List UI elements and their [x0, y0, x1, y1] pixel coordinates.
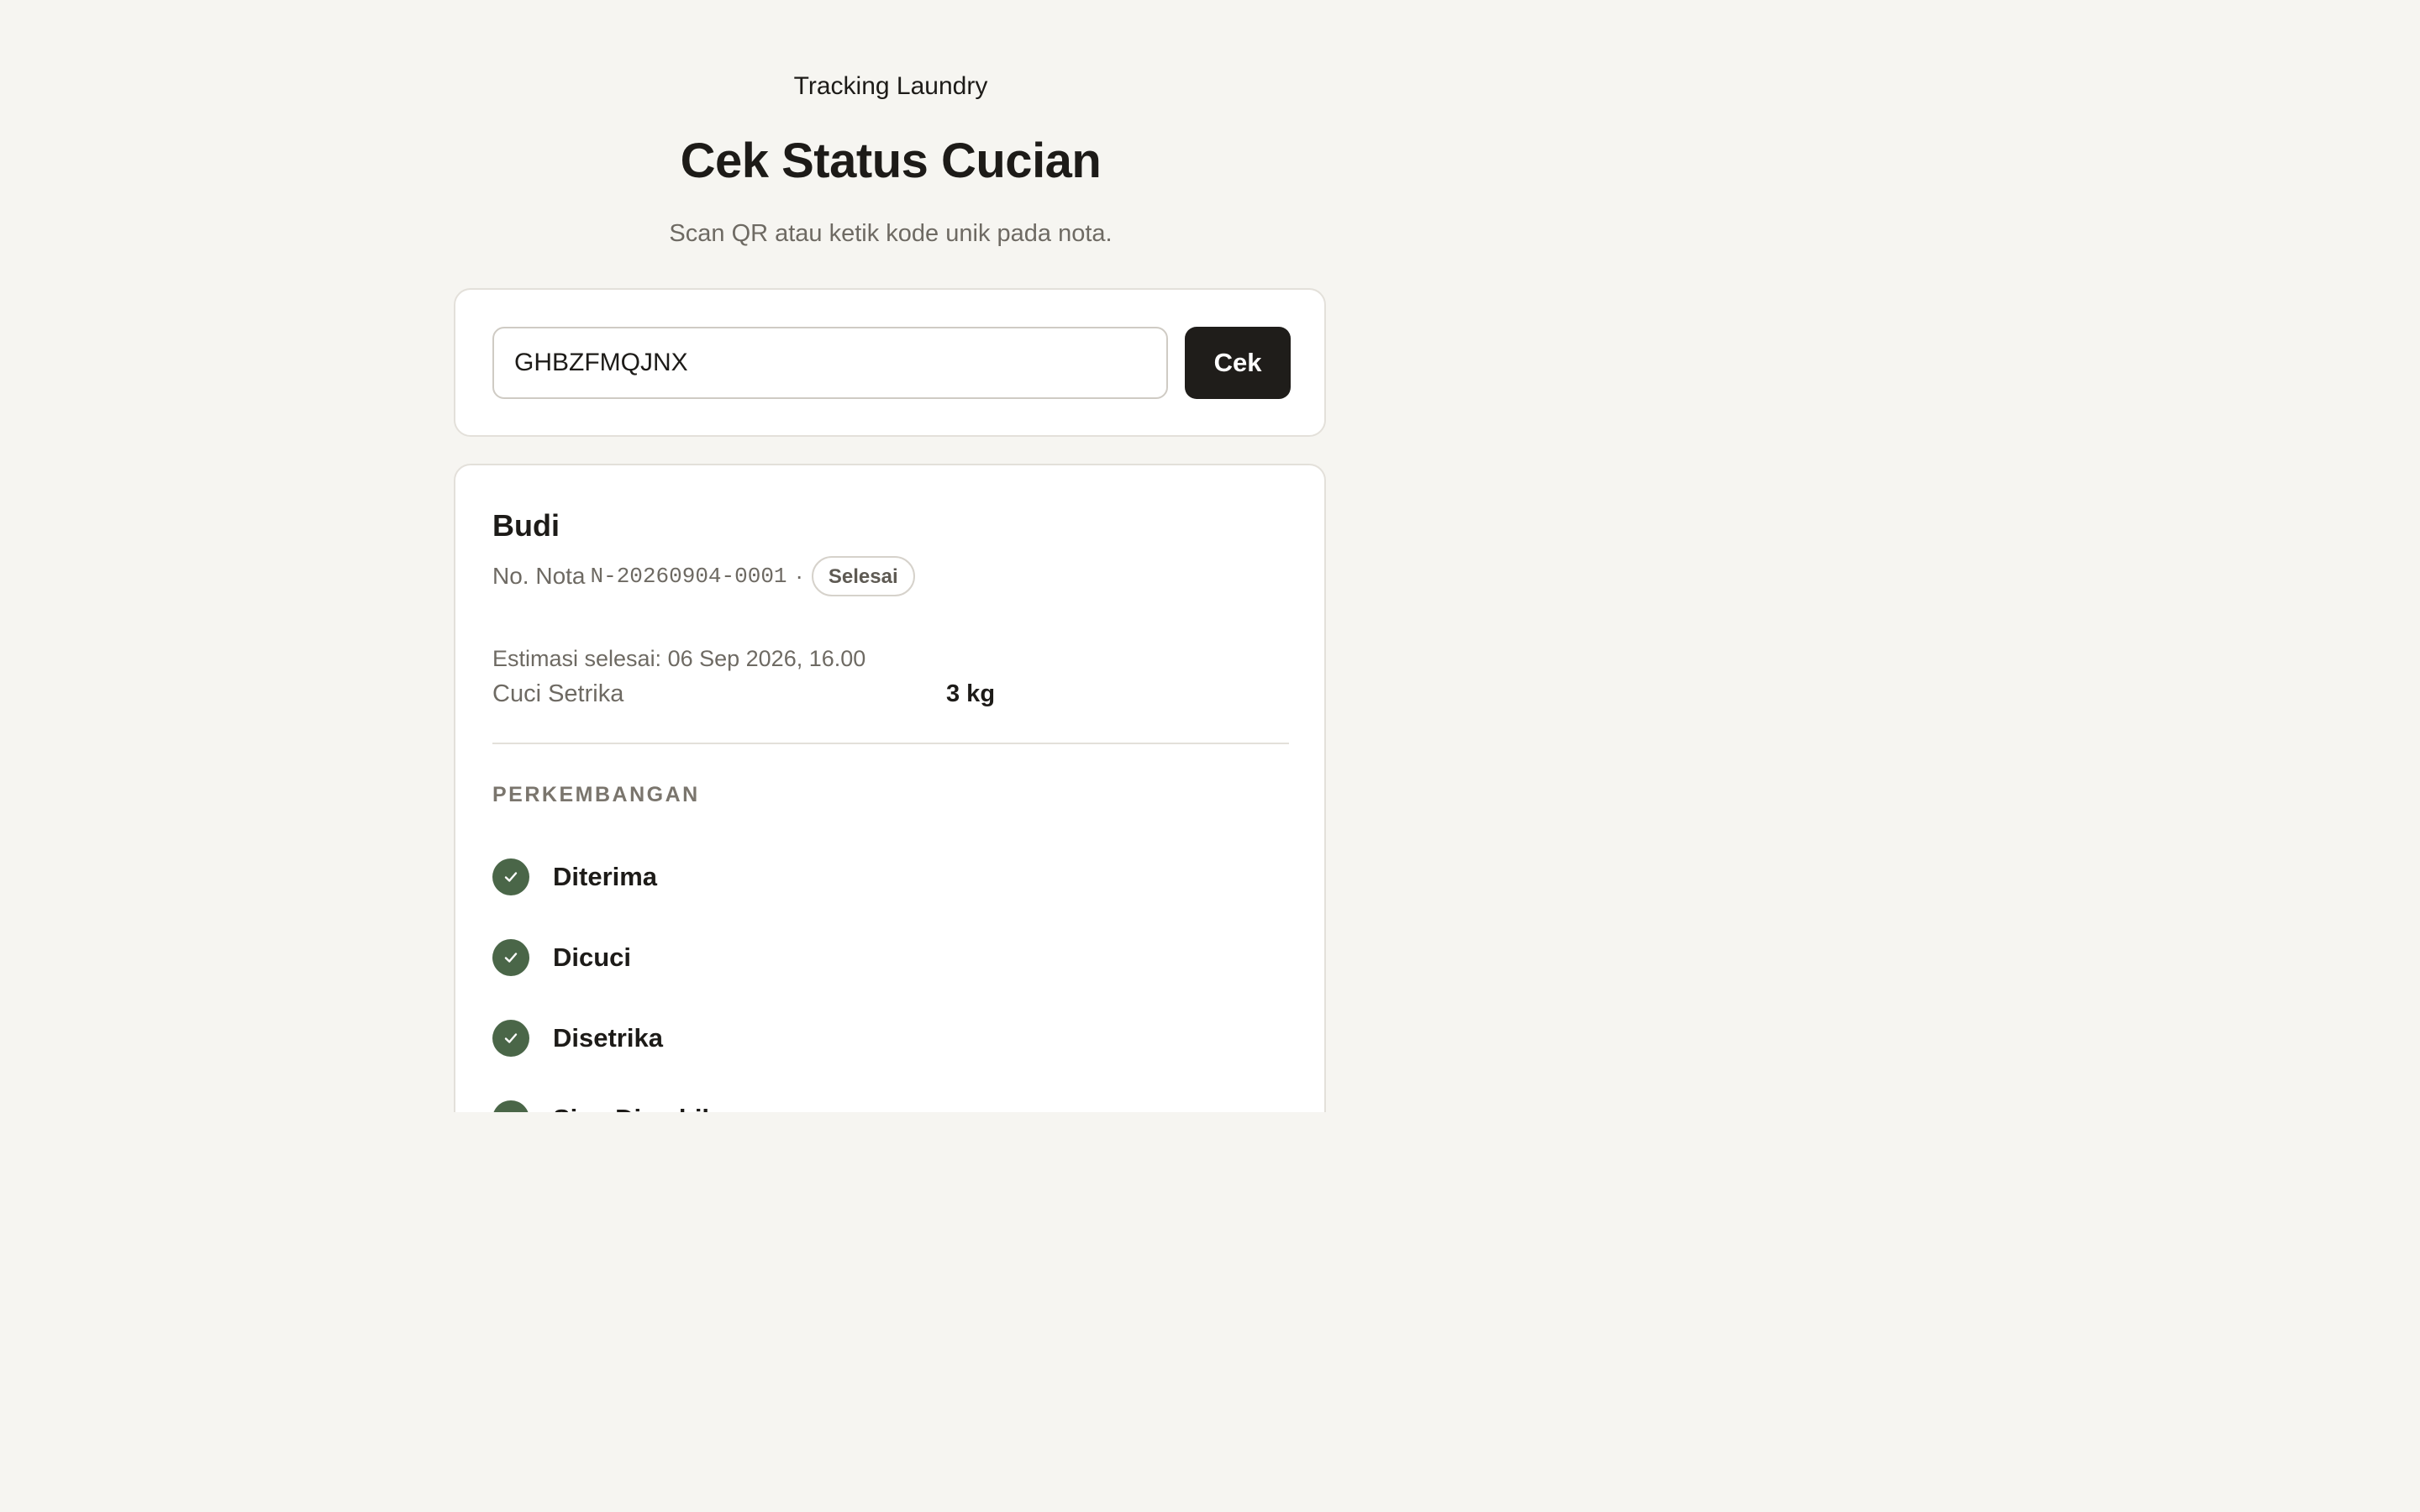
page-eyebrow: Tracking Laundry: [793, 72, 988, 100]
progress-step-label: Diterima: [553, 862, 658, 891]
check-button[interactable]: Cek: [1185, 327, 1291, 399]
service-row: Cuci Setrika 3 kg: [492, 675, 1289, 712]
order-details: Budi No. Nota N-20260904-0001 · Selesai …: [492, 504, 1289, 1159]
page: Tracking Laundry Cek Status Cucian Scan …: [0, 0, 2420, 1512]
check-circle-icon: [492, 858, 529, 895]
service-weight: 3 kg: [946, 680, 996, 707]
nota-separator: ·: [795, 563, 803, 589]
estimated-completion: Estimasi selesai: 06 Sep 2026, 16.00: [492, 646, 866, 671]
progress-step-label: Dicuci: [553, 942, 632, 972]
check-circle-icon: [492, 939, 529, 976]
page-subtitle: Scan QR atau ketik kode unik pada nota.: [669, 220, 1113, 247]
customer-name: Budi: [492, 508, 560, 543]
progress-step: Disetrika: [492, 998, 1289, 1079]
viewport-background: [0, 1112, 2420, 1512]
check-circle-icon: [492, 1020, 529, 1057]
service-name: Cuci Setrika: [492, 680, 624, 707]
tracking-code-input[interactable]: [492, 327, 1168, 399]
divider: [492, 743, 1289, 744]
progress-step: Dicuci: [492, 917, 1289, 998]
progress-section-label: PERKEMBANGAN: [492, 783, 700, 806]
progress-step: Diterima: [492, 837, 1289, 917]
nota-number: N-20260904-0001: [590, 564, 787, 589]
search-card: Cek: [454, 288, 1326, 437]
status-badge: Selesai: [811, 556, 915, 596]
progress-timeline: Diterima Dicuci Disetrika: [492, 837, 1289, 1159]
progress-step-label: Disetrika: [553, 1023, 663, 1053]
page-header: Tracking Laundry Cek Status Cucian Scan …: [454, 67, 1328, 252]
page-title: Cek Status Cucian: [680, 134, 1102, 188]
nota-row: No. Nota N-20260904-0001 · Selesai: [492, 554, 1289, 598]
nota-label: No. Nota: [492, 563, 586, 589]
